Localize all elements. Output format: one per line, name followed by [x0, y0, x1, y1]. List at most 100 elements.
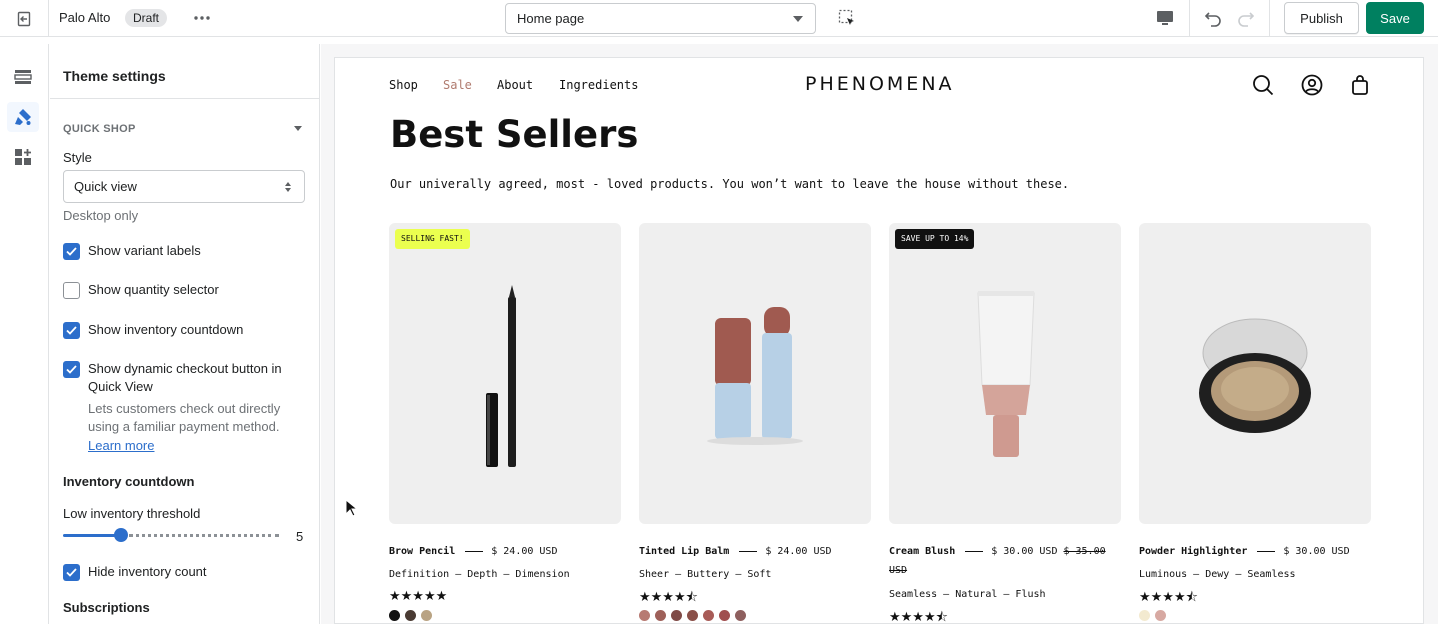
style-help-text: Desktop only [63, 208, 139, 223]
color-swatch[interactable] [735, 610, 746, 621]
product-description: Definition — Depth — Dimension [389, 569, 570, 580]
color-swatch[interactable] [671, 610, 682, 621]
divider [50, 98, 319, 99]
account-icon[interactable] [1301, 74, 1323, 96]
product-badge: SAVE UP TO 14% [895, 229, 975, 249]
panel-title: Theme settings [63, 68, 166, 84]
page-selector-value: Home page [517, 11, 585, 26]
storefront-preview[interactable]: Shop Sale About Ingredients PHENOMENA Be… [334, 57, 1424, 624]
desktop-view-button[interactable] [1155, 8, 1175, 28]
icon-rail [0, 44, 49, 624]
checkbox-label: Hide inventory count [88, 564, 207, 579]
checkbox[interactable] [63, 361, 80, 378]
rating-stars: ★★★★★ [389, 588, 448, 603]
rail-sections[interactable] [7, 62, 39, 92]
publish-button[interactable]: Publish [1284, 2, 1359, 34]
dash [465, 550, 484, 552]
dynamic-checkout-help: Lets customers check out directly using … [88, 401, 281, 434]
rating-stars: ★★★★⯪ [1139, 589, 1198, 604]
color-swatch[interactable] [655, 610, 666, 621]
product-card-cream-blush[interactable]: SAVE UP TO 14% [889, 223, 1121, 524]
product-name: Brow Pencil [389, 546, 456, 557]
color-swatch[interactable] [639, 610, 650, 621]
color-swatches [1139, 610, 1166, 621]
checkbox-show-dynamic-checkout[interactable]: Show dynamic checkout button in Quick Vi… [63, 360, 288, 396]
checkbox[interactable] [63, 322, 80, 339]
checkbox-label: Show quantity selector [88, 282, 219, 297]
product-title-row[interactable]: Tinted Lip Balm $ 24.00 USD [639, 546, 832, 557]
product-description: Luminous — Dewy — Seamless [1139, 569, 1296, 580]
product-price: $ 30.00 USD [991, 546, 1058, 557]
color-swatch[interactable] [405, 610, 416, 621]
dash [965, 550, 984, 552]
page-selector[interactable]: Home page [505, 3, 816, 34]
product-title-row[interactable]: Cream Blush $ 30.00 USD $ 35.00 USD [889, 542, 1119, 580]
chevron-down-icon [793, 16, 803, 22]
redo-button[interactable] [1236, 8, 1256, 28]
checkbox[interactable] [63, 282, 80, 299]
exit-button[interactable] [0, 0, 49, 37]
inventory-countdown-heading: Inventory countdown [63, 474, 195, 489]
save-button[interactable]: Save [1366, 2, 1424, 34]
chevron-down-icon[interactable] [294, 126, 302, 131]
rail-apps[interactable] [7, 142, 39, 172]
more-horizontal-icon [194, 16, 210, 20]
checkbox[interactable] [63, 243, 80, 260]
slider-thumb[interactable] [114, 528, 129, 542]
rating-stars: ★★★★⯪ [639, 589, 698, 604]
theme-settings-panel: Theme settings QUICK SHOP Style Quick vi… [50, 44, 320, 624]
color-swatch[interactable] [687, 610, 698, 621]
slider-track-fill [63, 534, 122, 537]
style-label: Style [63, 150, 92, 165]
product-card-tinted-lip-balm[interactable] [639, 223, 871, 524]
checkbox-show-inventory-countdown[interactable]: Show inventory countdown [63, 321, 288, 339]
learn-more-link[interactable]: Learn more [88, 438, 154, 453]
checkbox-show-variant-labels[interactable]: Show variant labels [63, 242, 288, 260]
section-subheadline: Our univerally agreed, most - loved prod… [390, 177, 1070, 191]
color-swatch[interactable] [421, 610, 432, 621]
undo-button[interactable] [1203, 8, 1223, 28]
nav-sale[interactable]: Sale [443, 78, 472, 92]
product-card-brow-pencil[interactable]: SELLING FAST! [389, 223, 621, 524]
color-swatch[interactable] [719, 610, 730, 621]
threshold-slider[interactable] [63, 527, 279, 543]
nav-about[interactable]: About [497, 78, 533, 92]
product-title-row[interactable]: Brow Pencil $ 24.00 USD [389, 546, 557, 557]
cart-icon[interactable] [1349, 74, 1371, 96]
checkmark-icon [66, 326, 77, 335]
color-swatch[interactable] [1139, 610, 1150, 621]
checkbox-show-quantity-selector[interactable]: Show quantity selector [63, 281, 288, 299]
powder-highlighter-image [1199, 318, 1311, 433]
more-actions-button[interactable] [192, 8, 212, 28]
product-title-row[interactable]: Powder Highlighter $ 30.00 USD [1139, 546, 1350, 557]
color-swatch[interactable] [1155, 610, 1166, 621]
color-swatch[interactable] [389, 610, 400, 621]
nav-shop[interactable]: Shop [389, 78, 418, 92]
search-icon[interactable] [1252, 74, 1274, 96]
checkmark-icon [66, 568, 77, 577]
checkbox[interactable] [63, 564, 80, 581]
checkbox-hide-inventory-count[interactable]: Hide inventory count [63, 563, 288, 581]
lip-balm-image [707, 307, 803, 445]
product-badge: SELLING FAST! [395, 229, 470, 249]
inspect-button[interactable] [837, 8, 857, 28]
color-swatches [639, 610, 746, 621]
rail-theme-settings[interactable] [7, 102, 39, 132]
checkbox-label: Show inventory countdown [88, 322, 244, 337]
section-header-quick-shop[interactable]: QUICK SHOP [63, 123, 136, 135]
brand-logo[interactable]: PHENOMENA [805, 73, 955, 95]
style-select[interactable]: Quick view [63, 170, 305, 203]
color-swatch[interactable] [703, 610, 714, 621]
color-swatches [389, 610, 432, 621]
dash [1257, 550, 1276, 552]
dash [739, 550, 758, 552]
cream-blush-image [977, 291, 1035, 457]
style-select-value: Quick view [74, 179, 137, 194]
checkbox-label: Show variant labels [88, 243, 201, 258]
product-card-powder-highlighter[interactable] [1139, 223, 1371, 524]
top-bar: Palo Alto Draft Home page Publish Save [0, 0, 1438, 37]
brow-pencil-image [486, 285, 516, 467]
nav-ingredients[interactable]: Ingredients [559, 78, 638, 92]
mouse-cursor-icon [345, 499, 357, 517]
section-headline: Best Sellers [390, 113, 639, 156]
